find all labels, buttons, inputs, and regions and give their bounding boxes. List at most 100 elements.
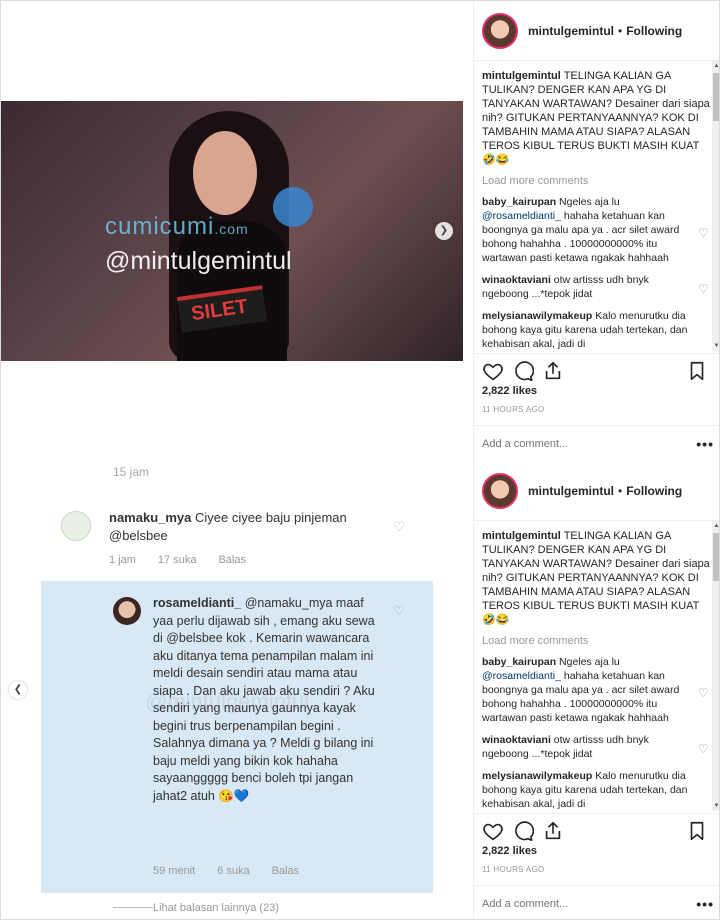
- add-comment-bar: •••: [474, 425, 719, 461]
- comments-list[interactable]: mintulgemintul TELINGA KALIAN GA TULIKAN…: [474, 65, 719, 351]
- separator-dot: •: [618, 23, 623, 38]
- comment-text-pre: Ngeles aja lu: [559, 196, 620, 208]
- share-icon[interactable]: [542, 360, 564, 382]
- screenshot-meta: 1 jam 17 suka Balas: [109, 551, 409, 569]
- add-comment-bar: •••: [474, 885, 719, 919]
- comment-item: baby_kairupan Ngeles aja lu @rosameldiant…: [482, 195, 712, 265]
- screenshot-text: @namaku_mya maaf yaa perlu dijawab sih ,…: [153, 596, 375, 803]
- watermark-cumicumi: cumicumi.com: [105, 213, 249, 240]
- scroll-up-icon[interactable]: ▲: [712, 61, 719, 71]
- bookmark-icon[interactable]: [686, 820, 708, 842]
- divider: [113, 907, 153, 908]
- comment-item: melysianawilymakeup Kalo menurutku dia b…: [482, 309, 712, 351]
- scroll-up-icon[interactable]: ▲: [712, 521, 719, 531]
- action-bar: [474, 353, 719, 387]
- scroll-down-icon[interactable]: ▼: [712, 801, 719, 811]
- more-options-icon[interactable]: •••: [696, 436, 714, 452]
- comment-like-heart-icon[interactable]: ♡: [698, 743, 710, 755]
- load-more-comments[interactable]: Load more comments: [482, 175, 712, 187]
- screenshot-comment-1: namaku_mya Ciyee ciyee baju pinjeman @bel…: [41, 491, 433, 581]
- scroll-thumb[interactable]: [713, 73, 719, 121]
- avatar[interactable]: [482, 12, 518, 49]
- comment-user[interactable]: melysianawilymakeup: [482, 310, 592, 322]
- comment-user[interactable]: baby_kairupan: [482, 196, 556, 208]
- person-face: [193, 131, 257, 215]
- meta-time: 1 jam: [109, 554, 136, 566]
- screenshot-reply: @mintulgemintul rosameldianti_ @namaku_m…: [41, 581, 433, 893]
- caption: mintulgemintul TELINGA KALIAN GA TULIKAN…: [482, 69, 712, 167]
- follow-status[interactable]: Following: [626, 24, 682, 38]
- video-frame[interactable]: cumicumi.com @mintulgemintul SILET ❯: [1, 101, 463, 361]
- post-1-sidebar: mintulgemintul • Following mintulgemintu…: [473, 1, 719, 461]
- caption-user[interactable]: mintulgemintul: [482, 530, 561, 542]
- comments-scrollbar[interactable]: ▲ ▼: [712, 61, 719, 351]
- mic-label: SILET: [189, 295, 250, 326]
- comment-like-heart-icon[interactable]: ♡: [698, 283, 710, 295]
- post-time: 11 HOURS AGO: [482, 865, 545, 874]
- caption-user[interactable]: mintulgemintul: [482, 70, 561, 82]
- screenshot-user: namaku_mya: [109, 510, 192, 525]
- instagram-feed: cumicumi.com @mintulgemintul SILET ❯ min…: [0, 0, 720, 920]
- username[interactable]: mintulgemintul: [528, 24, 614, 38]
- comment-item: winaoktaviani otw artisss udh bnyk ngebo…: [482, 733, 712, 761]
- scroll-thumb[interactable]: [713, 533, 719, 581]
- username[interactable]: mintulgemintul: [528, 484, 614, 498]
- watermark-username: @mintulgemintul: [105, 247, 292, 275]
- separator-dot: •: [618, 483, 623, 498]
- comment-like-heart-icon[interactable]: ♡: [698, 687, 710, 699]
- post-header: mintulgemintul • Following: [474, 1, 719, 61]
- comment-user[interactable]: melysianawilymakeup: [482, 770, 592, 782]
- screenshot-text: Ciyee ciyee baju pinjeman: [195, 510, 347, 525]
- reply-avatar: [113, 597, 141, 625]
- comment-screenshot: 15 jam namaku_mya Ciyee ciyee baju pinje…: [41, 461, 433, 919]
- post-time: 11 HOURS AGO: [482, 405, 545, 414]
- screenshot-mention: @belsbee: [109, 528, 168, 543]
- comment-item: winaoktaviani otw artisss udh bnyk ngebo…: [482, 273, 712, 301]
- post-1-media[interactable]: cumicumi.com @mintulgemintul SILET ❯: [1, 1, 473, 461]
- post-1: cumicumi.com @mintulgemintul SILET ❯ min…: [1, 1, 719, 461]
- meta-reply: Balas: [271, 865, 300, 877]
- comment-item: melysianawilymakeup Kalo menurutku dia b…: [482, 769, 712, 811]
- screenshot-timestamp: 15 jam: [113, 465, 150, 479]
- screenshot-heart-icon: ♡: [393, 603, 405, 618]
- likes-count[interactable]: 2,822 likes: [482, 845, 537, 857]
- comments-list[interactable]: mintulgemintul TELINGA KALIAN GA TULIKAN…: [474, 525, 719, 811]
- meta-likes: 6 suka: [217, 865, 250, 877]
- comment-icon[interactable]: [512, 820, 534, 842]
- load-more-comments[interactable]: Load more comments: [482, 635, 712, 647]
- mascot-logo: [273, 187, 313, 227]
- likes-count[interactable]: 2,822 likes: [482, 385, 537, 397]
- comment-user[interactable]: winaoktaviani: [482, 734, 551, 746]
- comments-scrollbar[interactable]: ▲ ▼: [712, 521, 719, 811]
- post-header: mintulgemintul • Following: [474, 461, 719, 521]
- comment-user[interactable]: baby_kairupan: [482, 656, 556, 668]
- heart-icon[interactable]: [482, 360, 504, 382]
- share-icon[interactable]: [542, 820, 564, 842]
- avatar[interactable]: [482, 472, 518, 509]
- more-options-icon[interactable]: •••: [696, 896, 714, 912]
- post-2: ❮ 15 jam namaku_mya Ciyee ciyee baju pin…: [1, 461, 719, 919]
- action-bar: [474, 813, 719, 847]
- prev-arrow-icon[interactable]: ❮: [9, 681, 27, 699]
- follow-status[interactable]: Following: [626, 484, 682, 498]
- mention-link[interactable]: @rosameldianti_: [482, 670, 561, 682]
- meta-time: 59 menit: [153, 865, 196, 877]
- comment-like-heart-icon[interactable]: ♡: [698, 227, 710, 239]
- screenshot-reply-text: rosameldianti_ @namaku_mya maaf yaa perl…: [153, 595, 383, 805]
- caption-text: TELINGA KALIAN GA TULIKAN? DENGER KAN AP…: [482, 530, 710, 626]
- add-comment-input[interactable]: [482, 437, 662, 450]
- mention-link[interactable]: @rosameldianti_: [482, 210, 561, 222]
- comment-text-pre: Ngeles aja lu: [559, 656, 620, 668]
- caption: mintulgemintul TELINGA KALIAN GA TULIKAN…: [482, 529, 712, 627]
- caption-text: TELINGA KALIAN GA TULIKAN? DENGER KAN AP…: [482, 70, 710, 166]
- post-2-media[interactable]: ❮ 15 jam namaku_mya Ciyee ciyee baju pin…: [1, 461, 473, 919]
- meta-likes: 17 suka: [157, 554, 197, 566]
- heart-icon[interactable]: [482, 820, 504, 842]
- scroll-down-icon[interactable]: ▼: [712, 341, 719, 351]
- screenshot-user: rosameldianti_: [153, 596, 242, 610]
- add-comment-input[interactable]: [482, 897, 662, 910]
- comment-icon[interactable]: [512, 360, 534, 382]
- bookmark-icon[interactable]: [686, 360, 708, 382]
- next-arrow-icon[interactable]: ❯: [435, 222, 453, 240]
- comment-user[interactable]: winaoktaviani: [482, 274, 551, 286]
